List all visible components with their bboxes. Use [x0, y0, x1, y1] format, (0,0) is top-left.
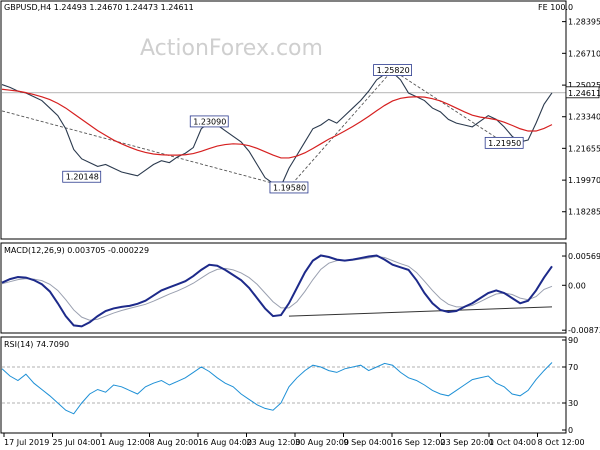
x-tick-label: 8 Oct 12:00 — [538, 438, 585, 447]
macd-header: MACD(12,26,9) 0.003705 -0.000229 — [4, 246, 149, 255]
x-tick-label: 17 Jul 2019 — [4, 438, 49, 447]
x-tick-label: 25 Jul 04:00 — [53, 438, 101, 447]
rsi-ytick-label: 0 — [568, 426, 573, 435]
main-top-right: FE 100.0 — [538, 3, 573, 12]
main-ytick-label: 1.23340 — [568, 113, 600, 122]
price-annotation: 1.20148 — [66, 173, 99, 182]
price-annotation: 1.21950 — [488, 139, 521, 148]
rsi-header: RSI(14) 74.7090 — [4, 340, 69, 349]
main-ytick-label: 1.28395 — [568, 18, 600, 27]
x-tick-label: 9 Sep 04:00 — [344, 438, 392, 447]
x-tick-label: 1 Oct 04:00 — [489, 438, 536, 447]
x-tick-label: 23 Aug 12:00 — [247, 438, 301, 447]
x-tick-label: 16 Aug 04:00 — [198, 438, 252, 447]
main-header: GBPUSD,H4 1.24493 1.24670 1.24473 1.2461… — [4, 3, 194, 12]
macd-ytick-label: 0.00 — [568, 281, 586, 290]
forex-chart: ActionForex.com GBPUSD,H4 1.24493 1.2467… — [0, 0, 600, 450]
main-ytick-label: 1.19970 — [568, 176, 600, 185]
current-price-label: 1.24611 — [568, 89, 600, 98]
x-tick-label: 8 Aug 20:00 — [150, 438, 199, 447]
price-annotation: 1.19580 — [273, 183, 306, 192]
price-annotation: 1.23090 — [193, 117, 226, 126]
x-tick-label: 30 Aug 20:00 — [295, 438, 349, 447]
rsi-ytick-label: 30 — [568, 399, 578, 408]
rsi-ytick-label: 90 — [568, 336, 578, 345]
macd-ytick-label: 0.005694 — [568, 252, 600, 261]
price-annotation: 1.25820 — [377, 66, 410, 75]
watermark: ActionForex.com — [140, 36, 323, 61]
main-ytick-label: 1.26710 — [568, 49, 600, 58]
main-ytick-label: 1.21655 — [568, 144, 600, 153]
main-ytick-label: 1.18285 — [568, 208, 600, 217]
macd-ytick-label: -0.008737 — [568, 326, 600, 335]
x-tick-label: 1 Aug 12:00 — [101, 438, 150, 447]
rsi-ytick-label: 70 — [568, 363, 578, 372]
x-tick-label: 23 Sep 20:00 — [441, 438, 494, 447]
x-tick-label: 16 Sep 12:00 — [392, 438, 445, 447]
